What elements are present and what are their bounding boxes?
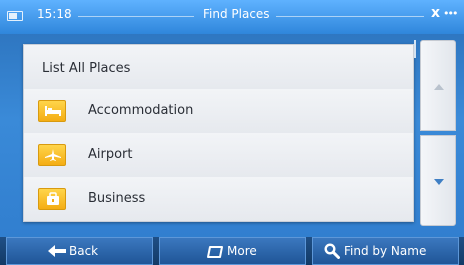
list-item-airport[interactable]: Airport bbox=[24, 133, 413, 178]
list-item-label: Business bbox=[88, 191, 146, 206]
briefcase-icon bbox=[38, 188, 66, 210]
list-item-label: List All Places bbox=[42, 61, 131, 76]
places-list: List All Places Accommodation Airport Bu… bbox=[23, 44, 414, 222]
list-item-accommodation[interactable]: Accommodation bbox=[24, 89, 413, 134]
more-button[interactable]: More bbox=[159, 237, 306, 265]
list-item-list-all-places[interactable]: List All Places bbox=[24, 45, 413, 90]
find-by-name-button[interactable]: Find by Name bbox=[312, 237, 459, 265]
more-icon bbox=[207, 246, 223, 258]
menu-dots-icon[interactable]: ••• bbox=[443, 7, 459, 20]
list-item-business[interactable]: Business bbox=[24, 177, 413, 221]
signal-x-icon: x bbox=[431, 5, 441, 21]
scroll-position-indicator bbox=[414, 40, 416, 58]
bottom-toolbar: Back More Find by Name bbox=[0, 237, 464, 265]
airplane-icon bbox=[38, 144, 66, 166]
battery-icon bbox=[7, 11, 23, 21]
status-divider-right bbox=[276, 16, 424, 17]
clock-time: 15:18 bbox=[37, 7, 72, 21]
chevron-up-icon bbox=[434, 84, 444, 90]
find-by-name-label: Find by Name bbox=[344, 244, 427, 258]
list-item-label: Accommodation bbox=[88, 103, 194, 118]
status-divider-left bbox=[78, 16, 194, 17]
bed-icon bbox=[38, 100, 66, 122]
more-button-label: More bbox=[227, 244, 257, 258]
back-button-label: Back bbox=[69, 244, 99, 258]
scroll-down-button[interactable] bbox=[420, 135, 456, 226]
list-item-label: Airport bbox=[88, 147, 133, 162]
scroll-up-button[interactable] bbox=[420, 40, 456, 131]
page-title: Find Places bbox=[203, 7, 270, 21]
search-icon bbox=[324, 243, 340, 259]
chevron-down-icon bbox=[434, 179, 444, 185]
back-arrow-icon bbox=[48, 245, 66, 257]
back-button[interactable]: Back bbox=[6, 237, 153, 265]
status-bar: 15:18 Find Places x ••• bbox=[0, 0, 464, 34]
